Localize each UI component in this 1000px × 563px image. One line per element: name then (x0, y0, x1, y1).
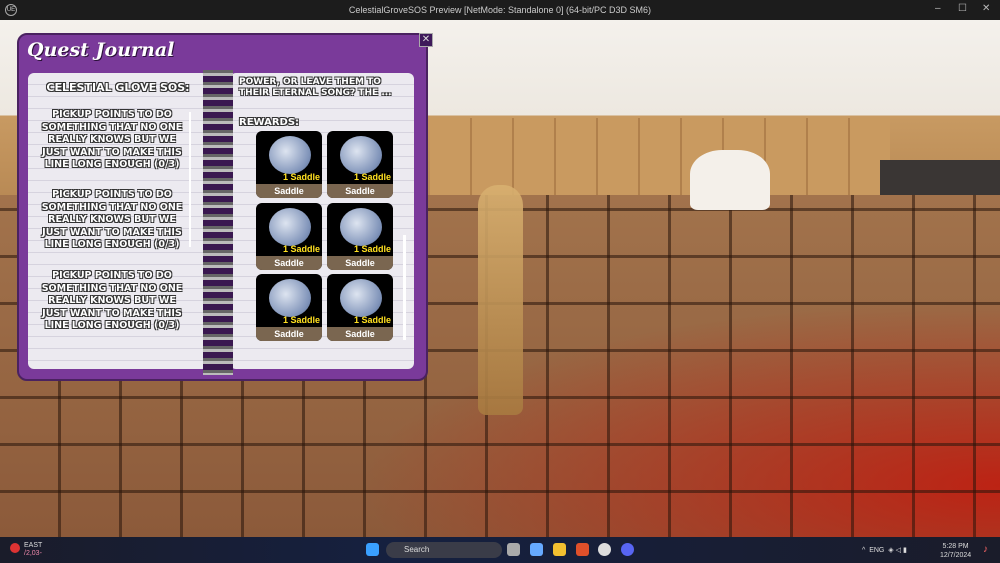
reward-quantity: 1 Saddle (282, 244, 320, 254)
minimize-button[interactable]: – (935, 3, 941, 14)
reward-name: Saddle (327, 256, 393, 270)
journal-title: Quest Journal (27, 39, 175, 61)
clock[interactable]: 5:28 PM 12/7/2024 (940, 542, 971, 560)
reward-name: Saddle (256, 327, 322, 341)
reward-quantity: 1 Saddle (282, 172, 320, 182)
tray-chevron-icon[interactable]: ^ (862, 547, 865, 554)
reward-card[interactable]: 1 Saddle Saddle (256, 203, 322, 270)
rewards-scrollbar[interactable] (403, 235, 406, 340)
objective-item: Pickup points to do something that no on… (41, 189, 183, 250)
task-view-icon[interactable] (507, 543, 520, 556)
taskbar-search[interactable]: Search (386, 542, 502, 558)
objectives-scrollbar[interactable] (189, 112, 191, 247)
reward-quantity: 1 Saddle (353, 315, 391, 325)
title-bar: UE CelestialGroveSOS Preview [NetMode: S… (0, 0, 1000, 20)
quest-title: Celestial Glove SOS: (46, 81, 190, 94)
reward-quantity: 1 Saddle (353, 172, 391, 182)
weather-sub: /2,03- (24, 550, 42, 557)
reward-name: Saddle (327, 327, 393, 341)
weather-label: EAST (24, 542, 43, 549)
brave-browser-icon[interactable] (576, 543, 589, 556)
window-title: CelestialGroveSOS Preview [NetMode: Stan… (348, 5, 652, 15)
start-button-icon[interactable] (366, 543, 379, 556)
maximize-button[interactable]: ☐ (958, 3, 967, 14)
rewards-label: Rewards: (239, 117, 300, 128)
unreal-engine-icon[interactable] (598, 543, 611, 556)
battery-icon[interactable]: ▮ (903, 547, 907, 554)
search-label: Search (404, 545, 430, 554)
moon-item-icon (269, 279, 311, 317)
discord-icon[interactable] (621, 543, 634, 556)
mannequin-character (478, 185, 523, 415)
moon-item-icon (340, 279, 382, 317)
system-tray[interactable]: ^ ENG ◈ ◁ ▮ (862, 546, 907, 554)
journal-close-button[interactable]: ✕ (419, 33, 433, 47)
weather-icon (10, 543, 20, 553)
reward-quantity: 1 Saddle (353, 244, 391, 254)
volume-icon[interactable]: ◁ (896, 547, 901, 554)
moon-item-icon (269, 208, 311, 246)
objective-item: Pickup points to do something that no on… (41, 270, 183, 331)
notification-bell-icon[interactable]: ♪ (983, 544, 988, 555)
reward-card[interactable]: 1 Saddle Saddle (256, 274, 322, 341)
close-window-button[interactable]: ✕ (982, 3, 990, 14)
spiral-binding (203, 70, 233, 375)
reward-name: Saddle (256, 256, 322, 270)
moon-item-icon (269, 136, 311, 174)
reward-quantity: 1 Saddle (282, 315, 320, 325)
reward-name: Saddle (256, 184, 322, 198)
reward-card[interactable]: 1 Saddle Saddle (327, 131, 393, 198)
objective-item: Pickup points to do something that no on… (41, 109, 183, 170)
weather-widget[interactable]: EAST /2,03- (10, 542, 42, 558)
moon-item-icon (340, 208, 382, 246)
unreal-logo-icon: UE (5, 4, 17, 16)
windows-taskbar: EAST /2,03- Search ^ ENG ◈ ◁ ▮ 5:28 PM 12… (0, 537, 1000, 563)
quest-journal: Quest Journal ✕ Celestial Glove SOS: Pic… (17, 33, 433, 381)
time: 5:28 PM (942, 543, 969, 550)
file-explorer-icon[interactable] (553, 543, 566, 556)
language-indicator[interactable]: ENG (869, 547, 884, 554)
moon-item-icon (340, 136, 382, 174)
wifi-icon[interactable]: ◈ (888, 547, 893, 554)
reward-name: Saddle (327, 184, 393, 198)
reward-card[interactable]: 1 Saddle Saddle (327, 274, 393, 341)
horse-model (690, 150, 770, 210)
reward-card[interactable]: 1 Saddle Saddle (256, 131, 322, 198)
date: 12/7/2024 (940, 552, 972, 559)
copilot-icon[interactable] (530, 543, 543, 556)
quest-description: power, or leave them to their eternal so… (239, 77, 392, 98)
reward-card[interactable]: 1 Saddle Saddle (327, 203, 393, 270)
